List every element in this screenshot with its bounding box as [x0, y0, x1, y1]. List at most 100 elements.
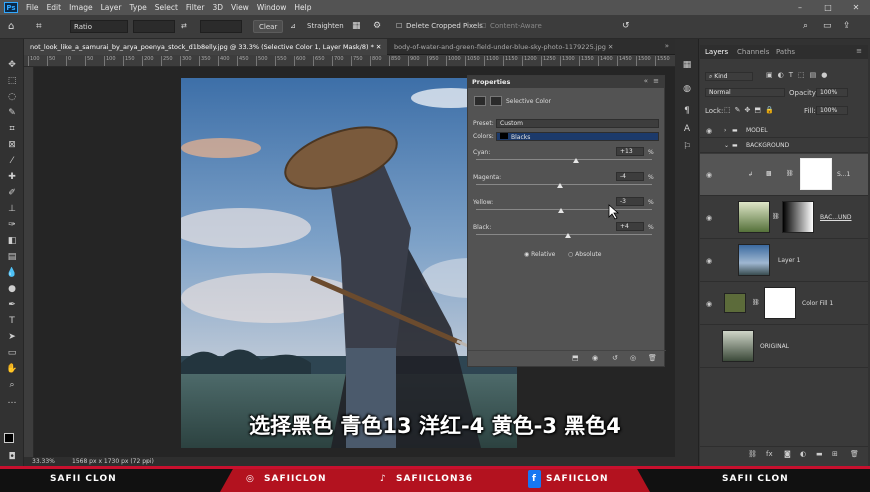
visibility-eye-icon[interactable]: ◎: [630, 354, 636, 362]
magenta-slider-thumb[interactable]: [557, 183, 564, 188]
yellow-value[interactable]: -3: [616, 197, 644, 206]
opacity-field[interactable]: 100%: [816, 88, 848, 97]
cyan-value[interactable]: +13: [616, 147, 644, 156]
eye-icon[interactable]: ◉: [706, 214, 712, 222]
menu-edit[interactable]: Edit: [43, 3, 66, 12]
crop-tool-icon[interactable]: ⌗: [5, 123, 19, 135]
layer-background-image[interactable]: ◉ ⛓ BAC...UND: [700, 197, 868, 239]
gear-icon[interactable]: ⚙: [373, 20, 381, 33]
crop-tool-icon[interactable]: ⌗: [36, 20, 42, 33]
frame-tool-icon[interactable]: ⊠: [5, 139, 19, 151]
grid-overlay-icon[interactable]: ▦: [352, 20, 361, 33]
home-icon[interactable]: ⌂: [8, 20, 14, 33]
layer-1[interactable]: ◉ Layer 1: [700, 240, 868, 282]
histogram-icon[interactable]: ▦: [680, 59, 694, 71]
move-tool-icon[interactable]: ✥: [5, 59, 19, 71]
eye-icon[interactable]: ◉: [706, 300, 712, 308]
trash-icon[interactable]: 🗑: [850, 450, 859, 458]
tab-layers[interactable]: Layers: [705, 48, 728, 56]
eye-icon[interactable]: ◉: [706, 257, 712, 265]
type-tool-icon[interactable]: T: [5, 315, 19, 327]
preset-select[interactable]: Custom: [496, 119, 659, 128]
link-icon[interactable]: ⛓: [786, 170, 794, 177]
blend-mode-select[interactable]: Normal: [705, 88, 785, 97]
link-icon[interactable]: ⛓: [752, 299, 760, 306]
quick-mask-icon[interactable]: ◘: [5, 451, 19, 463]
absolute-radio[interactable]: ○ Absolute: [568, 251, 601, 258]
view-previous-icon[interactable]: ◉: [592, 354, 598, 362]
trash-icon[interactable]: 🗑: [648, 354, 657, 362]
zoom-tool-icon[interactable]: ⌕: [5, 379, 19, 391]
pen-tool-icon[interactable]: ✒: [5, 299, 19, 311]
dodge-tool-icon[interactable]: ●: [5, 283, 19, 295]
reset-icon[interactable]: ↺: [622, 20, 630, 33]
fill-color-thumbnail[interactable]: [724, 293, 746, 313]
tabs-overflow-icon[interactable]: »: [665, 42, 669, 50]
menu-layer[interactable]: Layer: [97, 3, 126, 12]
fx-icon[interactable]: fx: [766, 450, 773, 458]
new-layer-icon[interactable]: ⊞: [832, 450, 838, 458]
gradient-tool-icon[interactable]: ▤: [5, 251, 19, 263]
layer-selective-color[interactable]: ◉ ↲ ▩ ⛓ S...1: [700, 154, 868, 196]
magenta-value[interactable]: -4: [616, 172, 644, 181]
swap-icon[interactable]: ⇄: [181, 20, 187, 33]
color-panel-icon[interactable]: ◍: [680, 83, 694, 95]
hand-tool-icon[interactable]: ✋: [5, 363, 19, 375]
kind-filter-select[interactable]: ⌕ Kind: [705, 72, 753, 81]
tab-field-doc[interactable]: body-of-water-and-green-field-under-blue…: [388, 39, 619, 55]
panel-menu-icon[interactable]: ≡: [653, 77, 659, 85]
minimize-icon[interactable]: –: [786, 0, 814, 15]
tab-channels[interactable]: Channels: [737, 48, 769, 56]
menu-3d[interactable]: 3D: [208, 3, 227, 12]
eyedropper-tool-icon[interactable]: ⁄: [5, 155, 19, 167]
fill-field[interactable]: 100%: [816, 106, 848, 115]
link-icon[interactable]: ⛓: [772, 213, 780, 220]
foreground-color-swatch[interactable]: [4, 433, 14, 443]
path-select-icon[interactable]: ➤: [5, 331, 19, 343]
adjustment-icon[interactable]: [474, 96, 486, 106]
reset-adjustment-icon[interactable]: ↺: [612, 354, 618, 362]
layer-group-background[interactable]: ⌄ ▬ BACKGROUND: [700, 139, 868, 153]
delete-cropped-checkbox[interactable]: ☐: [396, 20, 402, 33]
relative-radio[interactable]: ◉ Relative: [524, 251, 555, 258]
menu-view[interactable]: View: [227, 3, 253, 12]
yellow-slider-thumb[interactable]: [558, 208, 565, 213]
layer-mask-thumbnail[interactable]: [764, 287, 796, 319]
eye-icon[interactable]: ◉: [706, 127, 712, 135]
menu-image[interactable]: Image: [65, 3, 97, 12]
layer-mask-thumbnail[interactable]: [782, 201, 814, 233]
straighten-label[interactable]: Straighten: [307, 20, 344, 33]
chevron-right-icon[interactable]: ›: [724, 127, 726, 134]
ratio-width-field[interactable]: [133, 20, 175, 33]
paragraph-icon[interactable]: ¶: [680, 105, 694, 117]
brush-tool-icon[interactable]: ✐: [5, 187, 19, 199]
tab-samurai-doc[interactable]: not_look_like_a_samurai_by_arya_poenya_s…: [24, 39, 388, 55]
maximize-icon[interactable]: □: [814, 0, 842, 15]
layer-mask-thumbnail[interactable]: [800, 158, 832, 190]
panel-menu-icon[interactable]: ≡: [856, 47, 862, 55]
layer-original[interactable]: ORIGINAL: [700, 326, 868, 368]
eye-icon[interactable]: ◉: [706, 171, 712, 179]
chevron-down-icon[interactable]: ⌄: [724, 142, 729, 149]
shape-tool-icon[interactable]: ▭: [5, 347, 19, 359]
menu-help[interactable]: Help: [290, 3, 315, 12]
new-group-icon[interactable]: ▬: [816, 450, 823, 458]
menu-window[interactable]: Window: [253, 3, 291, 12]
menu-select[interactable]: Select: [151, 3, 182, 12]
blur-tool-icon[interactable]: 💧: [5, 267, 19, 279]
black-value[interactable]: +4: [616, 222, 644, 231]
tab-paths[interactable]: Paths: [776, 48, 795, 56]
clear-button[interactable]: Clear: [253, 20, 284, 33]
character-icon[interactable]: A: [680, 123, 694, 135]
history-brush-icon[interactable]: ✑: [5, 219, 19, 231]
link-layers-icon[interactable]: ⛓: [748, 450, 757, 458]
more-tools-icon[interactable]: …: [5, 395, 19, 407]
quick-select-tool-icon[interactable]: ✎: [5, 107, 19, 119]
mask-icon[interactable]: [490, 96, 502, 106]
colors-select[interactable]: Blacks: [496, 132, 659, 141]
menu-file[interactable]: File: [22, 3, 43, 12]
menu-type[interactable]: Type: [126, 3, 151, 12]
clip-to-layer-icon[interactable]: ⬒: [572, 354, 579, 362]
stamp-tool-icon[interactable]: ⊥: [5, 203, 19, 215]
properties-icon[interactable]: ⚐: [680, 141, 694, 153]
